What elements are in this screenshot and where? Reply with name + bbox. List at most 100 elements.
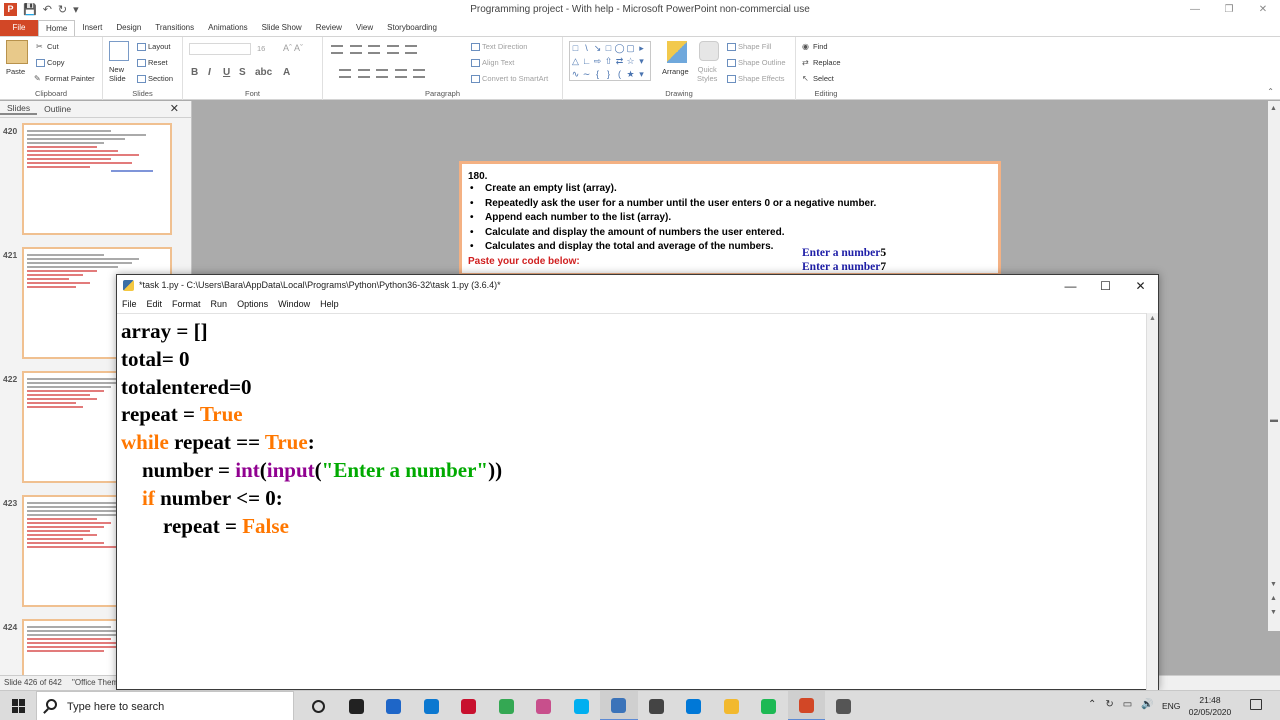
shape-wave-icon[interactable]: ∼ [581,68,592,81]
language-indicator[interactable]: ENG [1162,701,1180,711]
scroll-thumb-icon[interactable]: ▬ [1270,415,1278,424]
shape-expand-icon[interactable]: ▾ [636,68,647,81]
menu-window[interactable]: Window [278,297,310,312]
tab-file[interactable]: File [0,20,38,36]
menu-format[interactable]: Format [172,297,201,312]
convert-smartart-button[interactable]: Convert to SmartArt [471,74,548,84]
slide-thumbnail[interactable]: 420 [0,123,192,241]
idle-editor-window[interactable]: *task 1.py - C:\Users\Bara\AppData\Local… [116,274,1159,690]
tab-insert[interactable]: Insert [75,20,109,36]
tab-home[interactable]: Home [38,20,76,36]
menu-file[interactable]: File [122,297,137,312]
section-button[interactable]: Section [137,74,173,84]
format-painter-button[interactable]: ✎ Format Painter [34,74,95,83]
chrome-icon[interactable] [488,691,526,720]
italic-button[interactable]: I [208,67,211,78]
network-sync-icon[interactable]: ↻ [1105,699,1113,710]
games-icon[interactable] [525,691,563,720]
slide-scrollbar[interactable]: ▲ ▬ ▼ ▲ ▼ [1268,101,1280,631]
font-size-select[interactable]: 16 [257,44,265,53]
network-icon[interactable]: ▭ [1123,699,1132,710]
shape-line-icon[interactable]: \ [581,42,592,55]
shape-angle-icon[interactable]: ∟ [581,55,592,68]
decrease-indent-icon[interactable] [368,45,381,54]
shadow-button[interactable]: S [239,67,246,78]
scroll-up-icon[interactable]: ▲ [1149,315,1156,322]
shape-flow-icon[interactable]: ⇄ [614,55,625,68]
shape-triangle-icon[interactable]: △ [570,55,581,68]
code-scrollbar[interactable]: ▲ [1146,313,1158,690]
scroll-up-icon[interactable]: ▲ [1270,105,1277,112]
menu-help[interactable]: Help [320,297,339,312]
tab-animations[interactable]: Animations [201,20,255,36]
skype-icon[interactable] [563,691,601,720]
shape-rectangle-icon[interactable]: □ [570,42,581,55]
menu-options[interactable]: Options [237,297,268,312]
shape-oval-icon[interactable]: ◯ [614,42,625,55]
shape-outline-button[interactable]: Shape Outline [727,58,786,68]
windows-start-icon[interactable] [12,699,26,713]
replace-button[interactable]: ⇄ Replace [802,58,841,67]
shape-bracket-icon[interactable]: { [592,68,603,81]
tab-slide-show[interactable]: Slide Show [255,20,309,36]
edge-icon[interactable] [675,691,713,720]
shape-more-icon[interactable]: ▸ [636,42,647,55]
reset-button[interactable]: Reset [137,58,168,68]
shape-effects-button[interactable]: Shape Effects [727,74,785,84]
tab-transitions[interactable]: Transitions [148,20,201,36]
tab-outline[interactable]: Outline [37,104,78,114]
close-button[interactable]: ✕ [1246,0,1280,20]
shapes-gallery[interactable]: □ \ ↘ □ ◯ ▢ ▸ △ ∟ ⇨ ⇧ ⇄ ☆ ▾ ∿ ∼{}(★ ▾ [569,41,651,81]
numbering-icon[interactable] [349,45,362,54]
underline-button[interactable]: U [223,67,230,78]
idle-app-icon[interactable] [600,691,638,720]
minimize-button[interactable]: — [1178,0,1212,20]
shape-fill-button[interactable]: Shape Fill [727,42,771,52]
shape-square-icon[interactable]: □ [603,42,614,55]
new-slide-button[interactable]: New Slide [109,65,126,83]
shape-curve-icon[interactable]: ∿ [570,68,581,81]
arrange-button[interactable]: Arrange [662,67,689,76]
spotify-icon[interactable] [750,691,788,720]
menu-run[interactable]: Run [211,297,228,312]
shape-up-arrow-icon[interactable]: ⇧ [603,55,614,68]
menu-edit[interactable]: Edit [147,297,163,312]
task-view-icon[interactable] [300,691,338,720]
idle-close-button[interactable]: ✕ [1123,275,1158,297]
align-text-button[interactable]: Align Text [471,58,514,68]
taskbar-clock[interactable]: 21:48 02/05/2020 [1185,694,1235,718]
select-button[interactable]: ↖ Select [802,74,834,83]
current-slide[interactable]: 180. Create an empty list (array). Repea… [459,161,1001,276]
tab-review[interactable]: Review [309,20,349,36]
python-app-icon[interactable] [338,691,376,720]
align-left-icon[interactable] [339,69,351,78]
shape-rounded-icon[interactable]: ▢ [625,42,636,55]
next-slide-icon[interactable]: ▼ [1270,609,1277,616]
taskbar-search-box[interactable]: Type here to search [36,691,294,720]
columns-icon[interactable] [413,69,426,78]
previous-slide-icon[interactable]: ▲ [1270,595,1277,602]
shape-star2-icon[interactable]: ★ [625,68,636,81]
align-right-icon[interactable] [376,69,389,78]
font-family-select[interactable] [189,43,251,55]
idle-title-bar[interactable]: *task 1.py - C:\Users\Bara\AppData\Local… [117,275,1158,297]
volume-icon[interactable]: 🔊 [1141,699,1153,710]
layout-button[interactable]: Layout [137,42,171,52]
opera-icon[interactable] [450,691,488,720]
tab-slides[interactable]: Slides [0,103,38,115]
copy-button[interactable]: Copy [36,58,65,68]
shape-bracket-close-icon[interactable]: } [603,68,614,81]
shape-arrow-icon[interactable]: ↘ [592,42,603,55]
notification-icon[interactable] [1250,699,1262,710]
other-app-icon[interactable] [825,691,863,720]
grow-font-icon[interactable]: Aˆ Aˇ [283,43,303,53]
scroll-down-icon[interactable]: ▼ [1270,581,1277,588]
shape-brace-icon[interactable]: ( [614,68,625,81]
powerpoint-app-icon[interactable] [787,691,825,720]
tab-storyboarding[interactable]: Storyboarding [380,20,444,36]
code-text[interactable]: array = [] total= 0 totalentered=0 repeat =… [121,318,1147,540]
cut-button[interactable]: ✂ Cut [36,42,59,51]
shape-right-arrow-icon[interactable]: ⇨ [592,55,603,68]
paste-button[interactable]: Paste [6,67,25,76]
tray-expand-icon[interactable]: ⌃ [1088,699,1096,710]
